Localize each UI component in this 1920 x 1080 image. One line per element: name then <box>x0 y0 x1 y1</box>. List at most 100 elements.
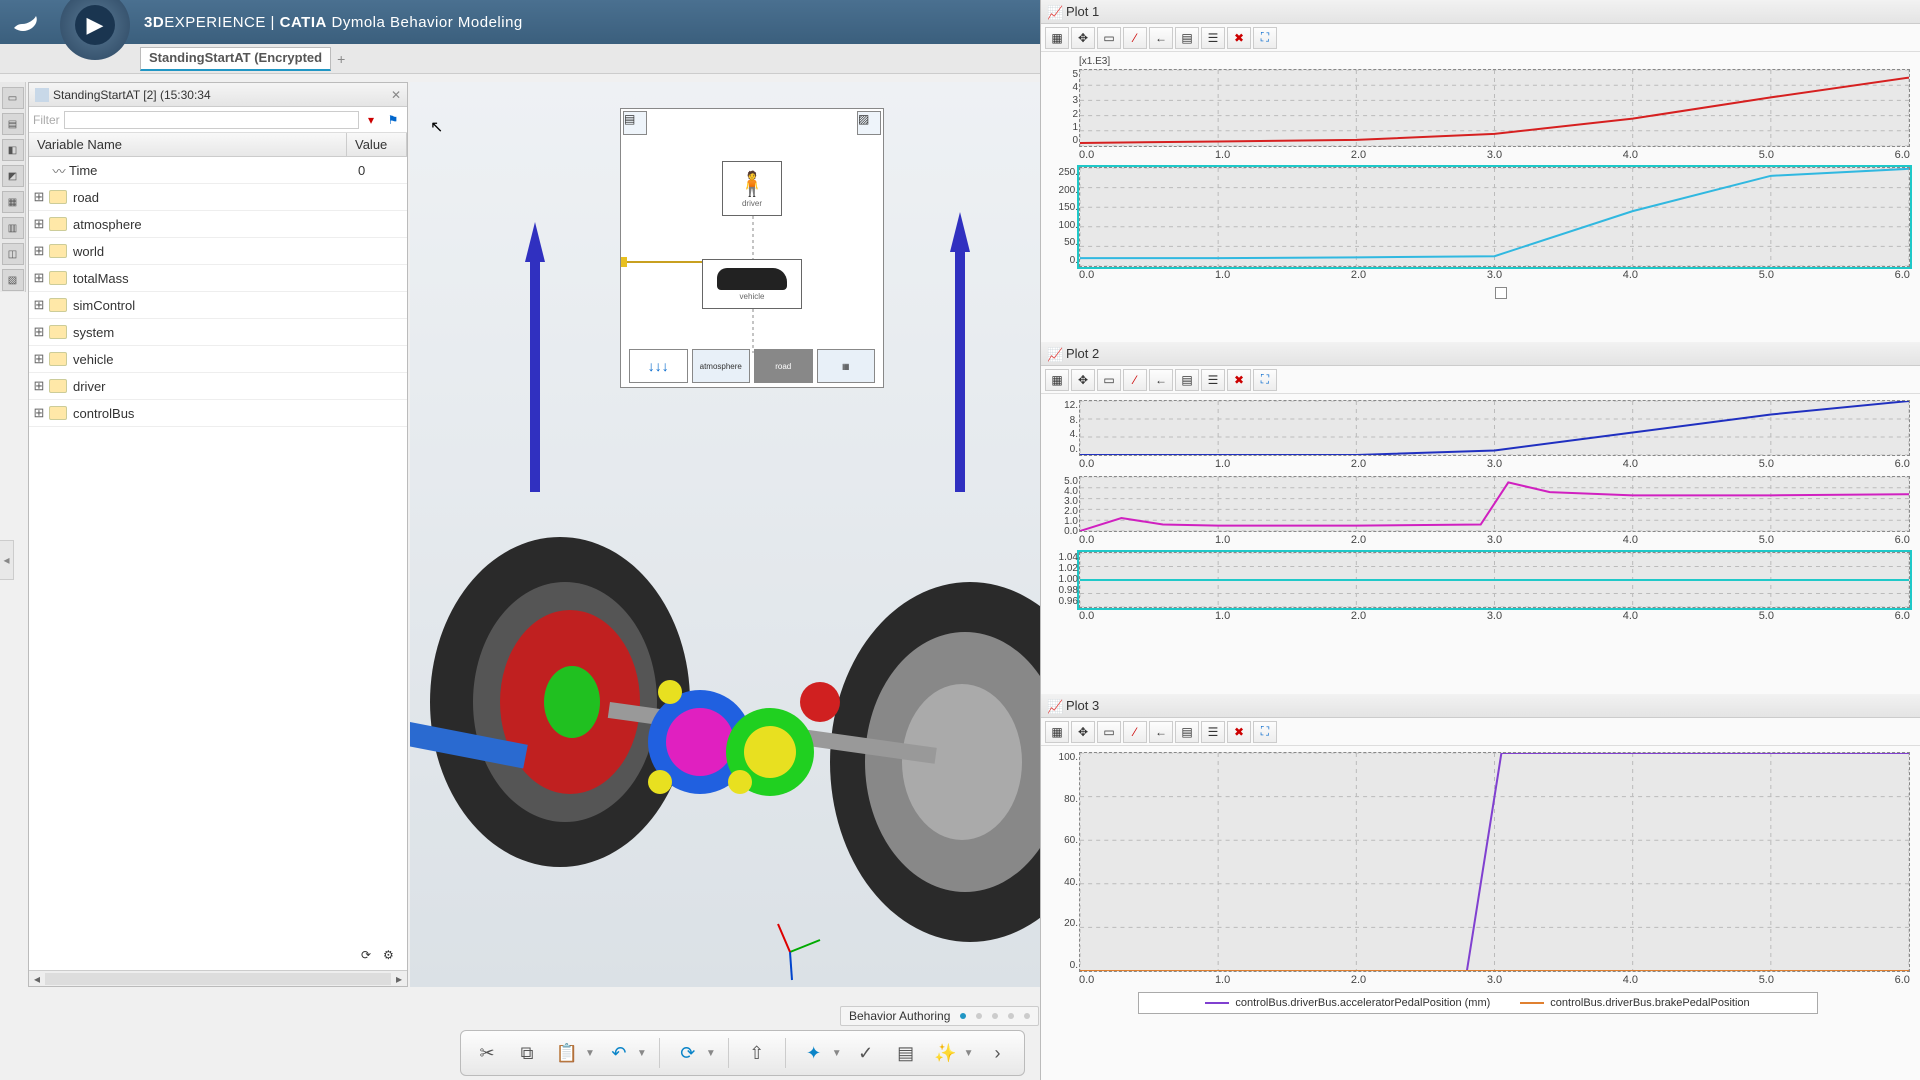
plot-tool-button[interactable]: ▤ <box>1175 369 1199 391</box>
variable-row[interactable]: ⊞simControl <box>29 292 407 319</box>
mode-dot[interactable] <box>976 1013 982 1019</box>
filter-input[interactable] <box>64 111 359 129</box>
plot-tool-button[interactable]: ▦ <box>1045 721 1069 743</box>
play-icon[interactable]: ▶ <box>75 5 115 45</box>
plot1-title-bar[interactable]: 📈Plot 1 <box>1041 0 1920 24</box>
variable-row[interactable]: ⊞controlBus <box>29 400 407 427</box>
chart-plot2-a[interactable]: 12.8.4.0. <box>1079 400 1910 456</box>
close-panel-button[interactable]: ✕ <box>391 88 401 102</box>
plot-tool-button[interactable]: ▦ <box>1045 27 1069 49</box>
variable-browser-panel: StandingStartAT [2] (15:30:34 ✕ Filter ▾… <box>28 82 408 987</box>
plot-tool-button[interactable]: ← <box>1149 721 1173 743</box>
undo-button[interactable]: ↶ <box>603 1037 635 1069</box>
variable-row[interactable]: ⊞system <box>29 319 407 346</box>
plot-tool-button[interactable]: ⛶ <box>1253 27 1277 49</box>
doc-button[interactable]: ▤ <box>890 1037 922 1069</box>
cut-button[interactable]: ✂ <box>471 1037 503 1069</box>
chart-plot2-b[interactable]: 5.04.03.02.01.00.0 <box>1079 476 1910 532</box>
plot-tool-button[interactable]: ← <box>1149 369 1173 391</box>
mode-dot[interactable] <box>1008 1013 1014 1019</box>
tool-icon[interactable]: ▥ <box>2 217 24 239</box>
chart-plot1-upper[interactable]: 543210 <box>1079 69 1910 147</box>
plot-tool-button[interactable]: ✖ <box>1227 369 1251 391</box>
plot-tool-button[interactable]: ✥ <box>1071 721 1095 743</box>
magic-button[interactable]: ✨ <box>930 1037 962 1069</box>
refresh-button[interactable]: ⟳ <box>672 1037 704 1069</box>
scroll-left-button[interactable]: ◂ <box>29 972 45 986</box>
plot-tool-button[interactable]: ☰ <box>1201 721 1225 743</box>
variable-row[interactable]: ⊞vehicle <box>29 346 407 373</box>
plot-tool-button[interactable]: ⛶ <box>1253 369 1277 391</box>
more-button[interactable]: › <box>982 1037 1014 1069</box>
col-name[interactable]: Variable Name <box>29 133 347 156</box>
foot-icon[interactable]: ⚙ <box>383 948 401 966</box>
panel-title: StandingStartAT [2] (15:30:34 <box>53 88 211 102</box>
variable-row[interactable]: ⊞road <box>29 184 407 211</box>
plot-tool-button[interactable]: ⁄ <box>1123 369 1147 391</box>
plot-tool-button[interactable]: ✥ <box>1071 369 1095 391</box>
variable-row[interactable]: ⊞world <box>29 238 407 265</box>
tool-icon[interactable]: ◫ <box>2 243 24 265</box>
panel-icon <box>35 88 49 102</box>
filter-flag-icon[interactable]: ⚑ <box>383 110 403 130</box>
tool-icon[interactable]: ▦ <box>2 191 24 213</box>
mode-dot[interactable] <box>960 1013 966 1019</box>
time-slider[interactable] <box>1079 287 1910 301</box>
foot-icon[interactable]: ⟳ <box>361 948 379 966</box>
variable-row[interactable]: 〰Time0 <box>29 157 407 184</box>
scroll-track[interactable] <box>45 973 391 985</box>
plot2-title-bar[interactable]: 📈Plot 2 <box>1041 342 1920 366</box>
paste-button[interactable]: 📋 <box>551 1037 583 1069</box>
share-button[interactable]: ⇧ <box>741 1037 773 1069</box>
variable-row[interactable]: ⊞atmosphere <box>29 211 407 238</box>
variable-browser-tab[interactable]: StandingStartAT [2] (15:30:34 ✕ <box>29 83 407 107</box>
plot-tool-button[interactable]: ⛶ <box>1253 721 1277 743</box>
chart-plot1-lower[interactable]: 250.200.150.100.50.0. <box>1079 167 1910 267</box>
plot-icon: 📈 <box>1047 5 1061 19</box>
plot-tool-button[interactable]: ▤ <box>1175 721 1199 743</box>
3d-viewport[interactable]: ↖ ▤ ▨ 🧍driver vehicle ↓↓↓ atmosphere roa… <box>410 82 1040 987</box>
col-value[interactable]: Value <box>347 133 407 156</box>
plot-tool-button[interactable]: ▭ <box>1097 27 1121 49</box>
plot-icon: 📈 <box>1047 699 1061 713</box>
tool-icon[interactable]: ◧ <box>2 139 24 161</box>
run-button[interactable]: ✦ <box>798 1037 830 1069</box>
filter-label: Filter <box>33 113 60 127</box>
mode-dot[interactable] <box>1024 1013 1030 1019</box>
plot-tool-button[interactable]: ✖ <box>1227 721 1251 743</box>
tool-icon[interactable]: ▭ <box>2 87 24 109</box>
copy-button[interactable]: ⧉ <box>511 1037 543 1069</box>
filter-red-icon[interactable]: ▾ <box>361 110 381 130</box>
plot-tool-button[interactable]: ▭ <box>1097 721 1121 743</box>
variable-row[interactable]: ⊞driver <box>29 373 407 400</box>
check-button[interactable]: ✓ <box>850 1037 882 1069</box>
mode-dot[interactable] <box>992 1013 998 1019</box>
authoring-mode-row[interactable]: Behavior Authoring <box>840 1006 1039 1026</box>
x-ticks: 0.01.02.03.04.05.06.0 <box>1079 534 1910 546</box>
plot-tool-button[interactable]: ☰ <box>1201 27 1225 49</box>
plot-tool-button[interactable]: ▦ <box>1045 369 1069 391</box>
plot-tool-button[interactable]: ✖ <box>1227 27 1251 49</box>
chart-plot2-c[interactable]: 1.041.021.000.980.96 <box>1079 552 1910 608</box>
plot-tool-button[interactable]: ☰ <box>1201 369 1225 391</box>
plot3-title-bar[interactable]: 📈Plot 3 <box>1041 694 1920 718</box>
plot-tool-button[interactable]: ✥ <box>1071 27 1095 49</box>
scroll-right-button[interactable]: ▸ <box>391 972 407 986</box>
plot-tool-button[interactable]: ⁄ <box>1123 27 1147 49</box>
plot-tool-button[interactable]: ▭ <box>1097 369 1121 391</box>
hscrollbar[interactable]: ◂ ▸ <box>29 970 407 986</box>
plot-tool-button[interactable]: ⁄ <box>1123 721 1147 743</box>
variable-table-header: Variable Name Value <box>29 133 407 157</box>
tool-icon[interactable]: ▤ <box>2 113 24 135</box>
tool-icon[interactable]: ▧ <box>2 269 24 291</box>
chart-plot3[interactable]: 100.80.60.40.20.0. <box>1079 752 1910 972</box>
slider-thumb[interactable] <box>1495 287 1507 299</box>
document-tab[interactable]: StandingStartAT (Encrypted <box>140 47 331 71</box>
plot-tool-button[interactable]: ▤ <box>1175 27 1199 49</box>
plot-tool-button[interactable]: ← <box>1149 27 1173 49</box>
tool-icon[interactable]: ◩ <box>2 165 24 187</box>
add-tab-button[interactable]: + <box>337 51 345 67</box>
plot3-toolbar: ▦✥▭⁄←▤☰✖⛶ <box>1041 718 1920 746</box>
variable-row[interactable]: ⊞totalMass <box>29 265 407 292</box>
collapse-handle[interactable]: ◂ <box>0 540 14 580</box>
